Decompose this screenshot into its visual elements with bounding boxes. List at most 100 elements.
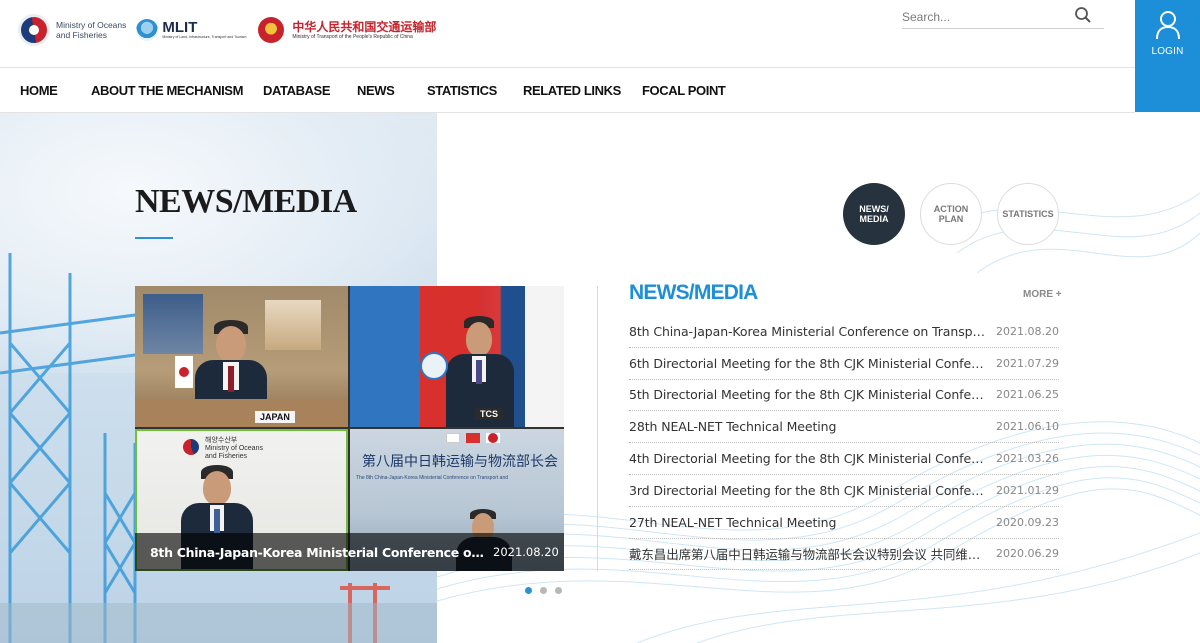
wall-picture bbox=[143, 294, 203, 354]
slide-caption[interactable]: 8th China-Japan-Korea Ministerial Confer… bbox=[135, 533, 564, 571]
search-input[interactable] bbox=[902, 8, 1072, 26]
nav-item-related-links[interactable]: RELATED LINKS bbox=[523, 83, 621, 98]
news-list-item[interactable]: 3rd Directorial Meeting for the 8th CJK … bbox=[629, 475, 1059, 507]
wall-picture-2 bbox=[265, 300, 321, 350]
mof-logo-text: Ministry of Oceans and Fisheries bbox=[56, 20, 126, 40]
korea-flag-drape bbox=[525, 286, 564, 427]
news-item-date: 2021.07.29 bbox=[996, 356, 1059, 370]
tab-action-plan[interactable]: ACTION PLAN bbox=[920, 183, 982, 245]
news-list-item[interactable]: 6th Directorial Meeting for the 8th CJK … bbox=[629, 348, 1059, 380]
mlit-logo-text: MLIT Ministry of Land, Infrastructure, T… bbox=[162, 20, 246, 40]
slide-caption-title[interactable]: 8th China-Japan-Korea Ministerial Confer… bbox=[150, 545, 485, 560]
news-item-title[interactable]: 8th China-Japan-Korea Ministerial Confer… bbox=[629, 324, 985, 339]
news-section-heading: NEWS/MEDIA bbox=[629, 281, 758, 304]
news-list-item[interactable]: 28th NEAL-NET Technical Meeting 2021.06.… bbox=[629, 411, 1059, 444]
mlit-logo-subtitle: Ministry of Land, Infrastructure, Transp… bbox=[162, 35, 247, 39]
nav-item-statistics[interactable]: STATISTICS bbox=[427, 83, 497, 98]
korea-logo-line3: and Fisheries bbox=[205, 453, 248, 460]
news-item-title[interactable]: 6th Directorial Meeting for the 8th CJK … bbox=[629, 356, 985, 371]
mlit-logo[interactable]: MLIT Ministry of Land, Infrastructure, T… bbox=[136, 19, 246, 41]
news-slider[interactable]: JAPAN TCS 해양수산부 Ministry of Oceans and F… bbox=[135, 286, 564, 571]
person-tie bbox=[214, 509, 220, 533]
search-box bbox=[902, 4, 1104, 29]
person-head bbox=[466, 322, 492, 356]
korea-mof-emblem-icon bbox=[183, 439, 199, 455]
tab-action-plan-line2: PLAN bbox=[938, 214, 964, 224]
nav-item-about-the-mechanism[interactable]: ABOUT THE MECHANISM bbox=[91, 83, 243, 98]
person-tie bbox=[228, 366, 234, 392]
news-item-title[interactable]: 戴东昌出席第八届中日韩运输与物流部长会议特别会议 共同维护国际物流供应链稳定畅通 bbox=[629, 544, 985, 563]
slider-dot-2[interactable] bbox=[540, 587, 547, 594]
tab-statistics[interactable]: STATISTICS bbox=[997, 183, 1059, 245]
mof-logo-line2: and Fisheries bbox=[56, 30, 108, 40]
conference-banner-text: 第八届中日韩运输与物流部长会 bbox=[362, 454, 558, 470]
china-mot-logo[interactable]: 中华人民共和国交通运输部 Ministry of Transport of th… bbox=[258, 17, 436, 43]
tab-news-media[interactable]: NEWS/MEDIA bbox=[843, 183, 905, 245]
news-item-title[interactable]: 27th NEAL-NET Technical Meeting bbox=[629, 515, 985, 530]
mlit-logo-title: MLIT bbox=[162, 19, 198, 36]
news-list: 8th China-Japan-Korea Ministerial Confer… bbox=[629, 316, 1059, 571]
main-content: NEWS/MEDIA NEWS/MEDIA ACTION PLAN STATIST… bbox=[0, 113, 1200, 643]
tab-statistics-line1: STATISTICS bbox=[1002, 209, 1054, 219]
login-button[interactable]: LOGIN bbox=[1135, 0, 1200, 112]
nav-item-focal-point[interactable]: FOCAL POINT bbox=[642, 83, 726, 98]
slider-pagination bbox=[525, 587, 570, 594]
tcs-banner bbox=[350, 286, 420, 427]
news-list-item[interactable]: 戴东昌出席第八届中日韩运输与物流部长会议特别会议 共同维护国际物流供应链稳定畅通… bbox=[629, 539, 1059, 571]
slide-caption-date: 2021.08.20 bbox=[493, 545, 559, 559]
japan-flag-icon bbox=[175, 356, 193, 388]
logo-group: Ministry of Oceans and Fisheries MLIT Mi… bbox=[18, 14, 436, 46]
title-underline bbox=[135, 237, 173, 239]
mof-logo[interactable]: Ministry of Oceans and Fisheries bbox=[18, 14, 126, 46]
nav-item-news[interactable]: NEWS bbox=[357, 83, 395, 98]
search-icon[interactable] bbox=[1074, 6, 1094, 26]
login-label: LOGIN bbox=[1151, 46, 1184, 57]
desk bbox=[135, 399, 348, 427]
person-head bbox=[216, 326, 246, 362]
nav-item-database[interactable]: DATABASE bbox=[263, 83, 331, 98]
china-logo-title: 中华人民共和国交通运输部 bbox=[292, 19, 437, 34]
korea-flag-icon bbox=[446, 433, 460, 443]
nav-item-home[interactable]: HOME bbox=[20, 83, 58, 98]
news-item-date: 2021.03.26 bbox=[996, 452, 1059, 466]
news-list-item[interactable]: 8th China-Japan-Korea Ministerial Confer… bbox=[629, 316, 1059, 348]
section-divider bbox=[597, 286, 598, 571]
tab-action-plan-line1: ACTION bbox=[933, 204, 969, 214]
more-news-link[interactable]: MORE + bbox=[1023, 289, 1062, 300]
slider-dot-3[interactable] bbox=[555, 587, 562, 594]
mof-emblem-icon bbox=[18, 14, 50, 46]
news-item-date: 2021.06.25 bbox=[996, 388, 1059, 402]
conference-banner-subtext: The 8th China-Japan-Korea Ministerial Co… bbox=[356, 475, 509, 481]
slide-panel-japan: JAPAN bbox=[135, 286, 348, 427]
news-item-date: 2021.06.10 bbox=[996, 420, 1059, 434]
news-item-title[interactable]: 3rd Directorial Meeting for the 8th CJK … bbox=[629, 483, 985, 498]
tab-news-media-line1: NEWS/ bbox=[859, 204, 889, 214]
panel-label-tcs: TCS bbox=[475, 408, 503, 420]
tcs-emblem-icon bbox=[420, 352, 448, 380]
news-item-date: 2020.06.29 bbox=[996, 547, 1059, 561]
china-logo-text: 中华人民共和国交通运输部 Ministry of Transport of th… bbox=[292, 20, 436, 41]
news-list-item[interactable]: 5th Directorial Meeting for the 8th CJK … bbox=[629, 380, 1059, 412]
mof-logo-line1: Ministry of Oceans bbox=[56, 20, 127, 30]
tab-news-media-line2: MEDIA bbox=[859, 214, 889, 224]
panel-label-japan: JAPAN bbox=[255, 411, 295, 423]
slide-panel-tcs: TCS bbox=[350, 286, 564, 427]
person-tie bbox=[476, 360, 482, 384]
news-list-item[interactable]: 27th NEAL-NET Technical Meeting 2020.09.… bbox=[629, 507, 1059, 539]
news-item-title[interactable]: 28th NEAL-NET Technical Meeting bbox=[629, 419, 985, 434]
korea-mof-logo-text: 해양수산부 Ministry of Oceans and Fisheries bbox=[205, 437, 263, 461]
slider-dot-1[interactable] bbox=[525, 587, 532, 594]
person-head bbox=[203, 471, 231, 505]
news-item-title[interactable]: 5th Directorial Meeting for the 8th CJK … bbox=[629, 387, 985, 402]
japan-flag-small-icon bbox=[486, 433, 500, 443]
header-bar: Ministry of Oceans and Fisheries MLIT Mi… bbox=[0, 0, 1135, 68]
news-item-date: 2021.01.29 bbox=[996, 483, 1059, 497]
news-item-title[interactable]: 4th Directorial Meeting for the 8th CJK … bbox=[629, 451, 985, 466]
china-emblem-icon bbox=[258, 17, 285, 43]
news-item-date: 2020.09.23 bbox=[996, 515, 1059, 529]
news-item-date: 2021.08.20 bbox=[996, 324, 1059, 338]
page-title: NEWS/MEDIA bbox=[135, 183, 357, 220]
korea-logo-line2: Ministry of Oceans bbox=[205, 445, 263, 452]
news-list-item[interactable]: 4th Directorial Meeting for the 8th CJK … bbox=[629, 443, 1059, 475]
main-nav: HOME ABOUT THE MECHANISM DATABASE NEWS S… bbox=[0, 68, 1135, 113]
